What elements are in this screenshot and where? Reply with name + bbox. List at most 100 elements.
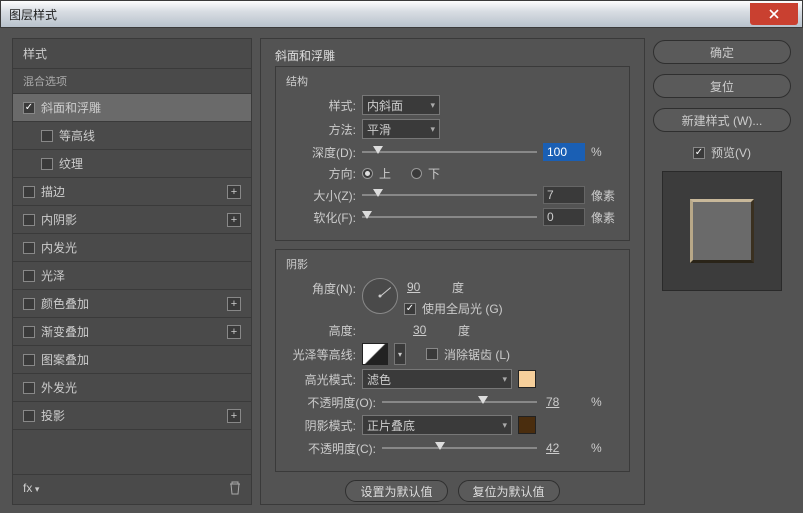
direction-up-label: 上 [379, 165, 391, 182]
size-input[interactable]: 7 [543, 186, 585, 204]
chevron-down-icon: ▾ [502, 420, 507, 431]
settings-panel: 斜面和浮雕 结构 样式: 内斜面▾ 方法: 平滑▾ 深度(D): 100 % 方… [260, 38, 645, 505]
altitude-unit: 度 [458, 322, 470, 339]
preview-checkbox[interactable] [693, 147, 705, 159]
direction-down-radio[interactable] [411, 168, 422, 179]
highlight-opacity-label: 不透明度(O): [286, 394, 376, 411]
add-effect-button[interactable]: + [227, 213, 241, 227]
preview-box [662, 171, 782, 291]
style-item-9[interactable]: 图案叠加 [13, 346, 251, 374]
global-light-label: 使用全局光 (G) [422, 300, 503, 317]
style-checkbox[interactable] [23, 242, 35, 254]
new-style-button[interactable]: 新建样式 (W)... [653, 108, 791, 132]
size-unit: 像素 [591, 187, 619, 204]
depth-unit: % [591, 145, 619, 159]
section-title: 斜面和浮雕 [275, 47, 630, 64]
style-checkbox[interactable] [23, 270, 35, 282]
style-item-label: 纹理 [59, 155, 83, 172]
reset-default-button[interactable]: 复位为默认值 [458, 480, 560, 502]
styles-footer: fx ▾ [13, 474, 251, 504]
window-title: 图层样式 [1, 6, 57, 23]
direction-label: 方向: [286, 165, 356, 182]
add-effect-button[interactable]: + [227, 297, 241, 311]
add-effect-button[interactable]: + [227, 409, 241, 423]
style-checkbox[interactable] [23, 102, 35, 114]
gloss-contour-swatch[interactable] [362, 343, 388, 365]
shadow-color-swatch[interactable] [518, 416, 536, 434]
cancel-button[interactable]: 复位 [653, 74, 791, 98]
blend-options[interactable]: 混合选项 [13, 69, 251, 94]
style-checkbox[interactable] [23, 326, 35, 338]
global-light-checkbox[interactable] [404, 303, 416, 315]
shadow-opacity-unit: % [591, 441, 619, 455]
style-item-8[interactable]: 渐变叠加+ [13, 318, 251, 346]
structure-group: 结构 样式: 内斜面▾ 方法: 平滑▾ 深度(D): 100 % 方向: 上 [275, 66, 630, 241]
style-item-label: 斜面和浮雕 [41, 99, 101, 116]
depth-slider[interactable] [362, 145, 537, 159]
shadow-opacity-slider[interactable] [382, 441, 537, 455]
antialias-checkbox[interactable] [426, 348, 438, 360]
style-item-6[interactable]: 光泽 [13, 262, 251, 290]
direction-up-radio[interactable] [362, 168, 373, 179]
highlight-opacity-input[interactable]: 78 [543, 393, 585, 411]
highlight-color-swatch[interactable] [518, 370, 536, 388]
style-item-label: 外发光 [41, 379, 77, 396]
style-item-2[interactable]: 纹理 [13, 150, 251, 178]
soften-slider[interactable] [362, 210, 537, 224]
depth-input[interactable]: 100 [543, 143, 585, 161]
style-item-label: 内发光 [41, 239, 77, 256]
style-checkbox[interactable] [41, 158, 53, 170]
altitude-label: 高度: [286, 322, 356, 339]
soften-input[interactable]: 0 [543, 208, 585, 226]
preview-swatch [690, 199, 754, 263]
method-select[interactable]: 平滑▾ [362, 119, 440, 139]
style-item-0[interactable]: 斜面和浮雕 [13, 94, 251, 122]
style-select[interactable]: 内斜面▾ [362, 95, 440, 115]
trash-icon[interactable] [229, 481, 241, 498]
style-item-label: 投影 [41, 407, 65, 424]
highlight-opacity-slider[interactable] [382, 395, 537, 409]
angle-dial[interactable] [362, 278, 398, 314]
angle-input[interactable]: 90 [404, 278, 446, 296]
gloss-contour-picker[interactable]: ▾ [394, 343, 406, 365]
style-item-4[interactable]: 内阴影+ [13, 206, 251, 234]
style-item-10[interactable]: 外发光 [13, 374, 251, 402]
highlight-mode-select[interactable]: 滤色▾ [362, 369, 512, 389]
style-checkbox[interactable] [23, 298, 35, 310]
add-effect-button[interactable]: + [227, 185, 241, 199]
style-item-11[interactable]: 投影 + [13, 402, 251, 430]
set-default-button[interactable]: 设置为默认值 [345, 480, 447, 502]
title-bar: 图层样式 [0, 0, 803, 28]
fx-menu[interactable]: fx ▾ [23, 481, 39, 498]
shadow-opacity-label: 不透明度(C): [286, 440, 376, 457]
angle-label: 角度(N): [286, 278, 356, 297]
size-slider[interactable] [362, 188, 537, 202]
direction-down-label: 下 [428, 165, 440, 182]
structure-title: 结构 [286, 73, 619, 89]
style-checkbox[interactable] [23, 410, 35, 422]
ok-button[interactable]: 确定 [653, 40, 791, 64]
shadow-opacity-input[interactable]: 42 [543, 439, 585, 457]
soften-unit: 像素 [591, 209, 619, 226]
style-checkbox[interactable] [23, 354, 35, 366]
style-item-7[interactable]: 颜色叠加 + [13, 290, 251, 318]
chevron-down-icon: ▾ [502, 374, 507, 385]
close-icon [768, 8, 780, 20]
style-item-5[interactable]: 内发光 [13, 234, 251, 262]
soften-label: 软化(F): [286, 209, 356, 226]
actions-panel: 确定 复位 新建样式 (W)... 预览(V) [653, 38, 791, 505]
style-checkbox[interactable] [23, 186, 35, 198]
altitude-input[interactable]: 30 [410, 321, 452, 339]
depth-label: 深度(D): [286, 144, 356, 161]
style-item-label: 颜色叠加 [41, 295, 89, 312]
styles-header: 样式 [13, 39, 251, 69]
style-checkbox[interactable] [23, 382, 35, 394]
style-item-1[interactable]: 等高线 [13, 122, 251, 150]
style-item-3[interactable]: 描边+ [13, 178, 251, 206]
close-button[interactable] [750, 3, 798, 25]
add-effect-button[interactable]: + [227, 325, 241, 339]
style-item-label: 光泽 [41, 267, 65, 284]
shadow-mode-select[interactable]: 正片叠底▾ [362, 415, 512, 435]
style-checkbox[interactable] [23, 214, 35, 226]
style-checkbox[interactable] [41, 130, 53, 142]
